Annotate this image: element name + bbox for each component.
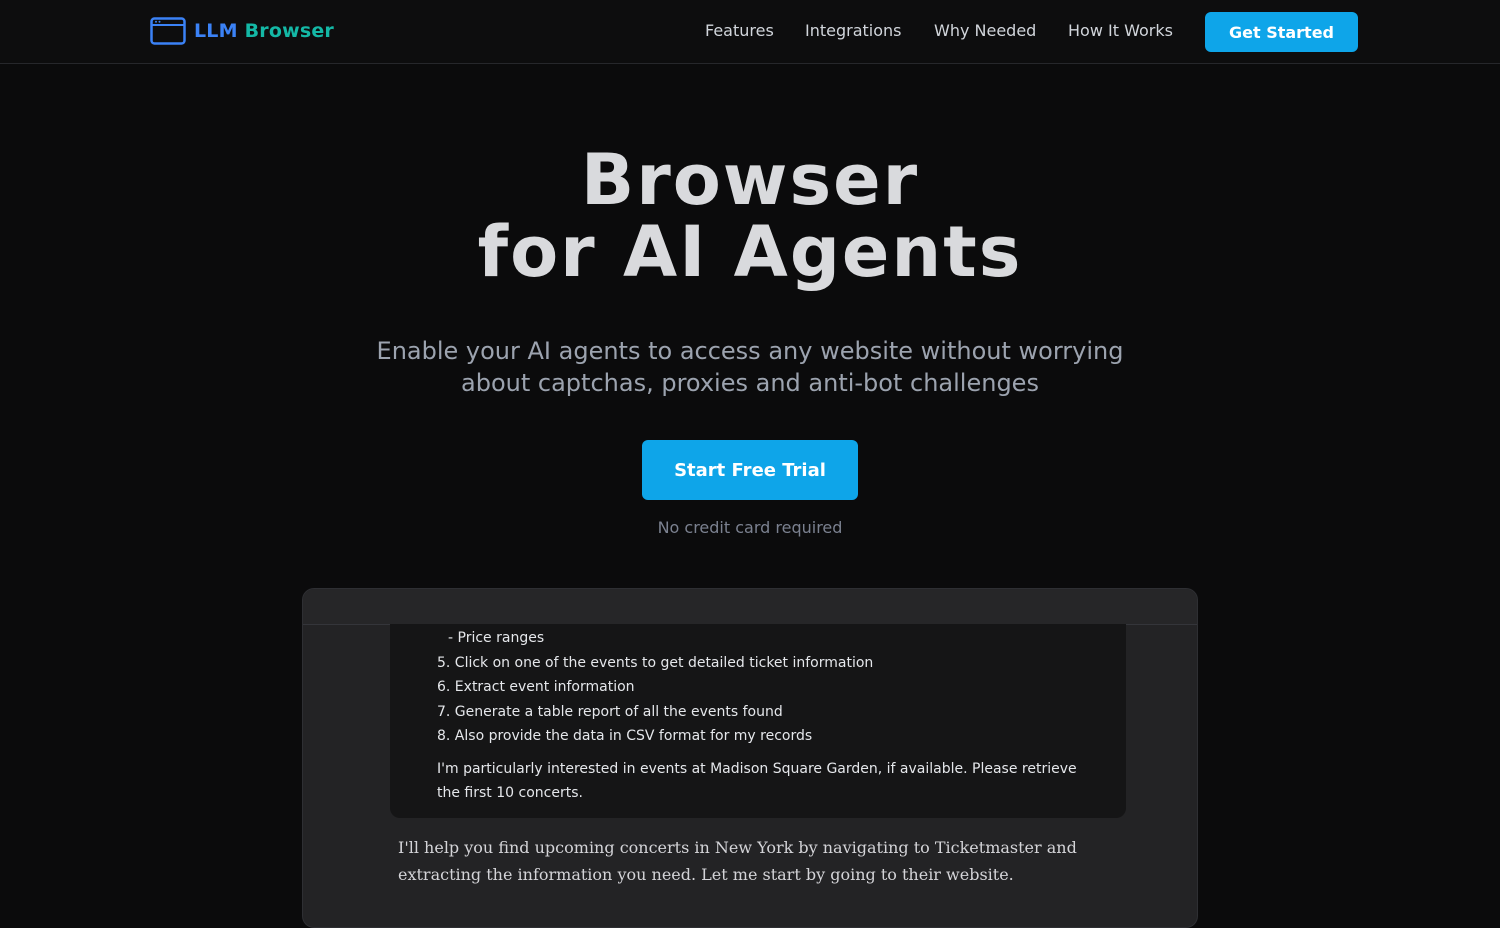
start-free-trial-button[interactable]: Start Free Trial	[642, 440, 858, 500]
prompt-line: - Price ranges	[448, 630, 545, 646]
hero-subtitle-line2: about captchas, proxies and anti-bot cha…	[461, 369, 1039, 397]
assistant-reply-line: I'll help you find upcoming concerts in …	[398, 838, 1077, 857]
prompt-line: 8. Also provide the data in CSV format f…	[437, 728, 813, 744]
prompt-line: 7. Generate a table report of all the ev…	[437, 704, 783, 720]
brand-name-browser: Browser	[244, 20, 334, 42]
brand-name: LLM Browser	[194, 20, 334, 42]
nav-link-features[interactable]: Features	[705, 21, 774, 40]
get-started-button[interactable]: Get Started	[1205, 12, 1358, 52]
hero-title-line1: Browser	[580, 139, 920, 221]
browser-window-icon	[150, 17, 186, 45]
prompt-line: 6. Extract event information	[437, 679, 635, 695]
no-credit-card-note: No credit card required	[657, 518, 843, 537]
top-navbar: LLM Browser Features Integrations Why Ne…	[0, 0, 1500, 64]
prompt-line: 5. Click on one of the events to get det…	[437, 655, 874, 671]
hero-subtitle: Enable your AI agents to access any webs…	[300, 335, 1200, 399]
nav-link-why-needed[interactable]: Why Needed	[934, 21, 1036, 40]
nav-link-how-it-works[interactable]: How It Works	[1068, 21, 1173, 40]
prompt-line: I'm particularly interested in events at…	[437, 761, 1077, 777]
user-prompt-message: - Price ranges 5. Click on one of the ev…	[390, 624, 1126, 818]
nav-link-integrations[interactable]: Integrations	[805, 21, 902, 40]
brand-logo[interactable]: LLM Browser	[150, 17, 334, 45]
hero-title-line2: for AI Agents	[477, 211, 1023, 293]
assistant-reply-line: extracting the information you need. Let…	[398, 865, 1014, 884]
brand-name-llm: LLM	[194, 20, 238, 42]
prompt-line: the first 10 concerts.	[437, 785, 583, 801]
demo-chat-window: - Price ranges 5. Click on one of the ev…	[302, 588, 1198, 928]
hero-subtitle-line1: Enable your AI agents to access any webs…	[376, 337, 1124, 365]
demo-window-titlebar	[303, 589, 1197, 625]
